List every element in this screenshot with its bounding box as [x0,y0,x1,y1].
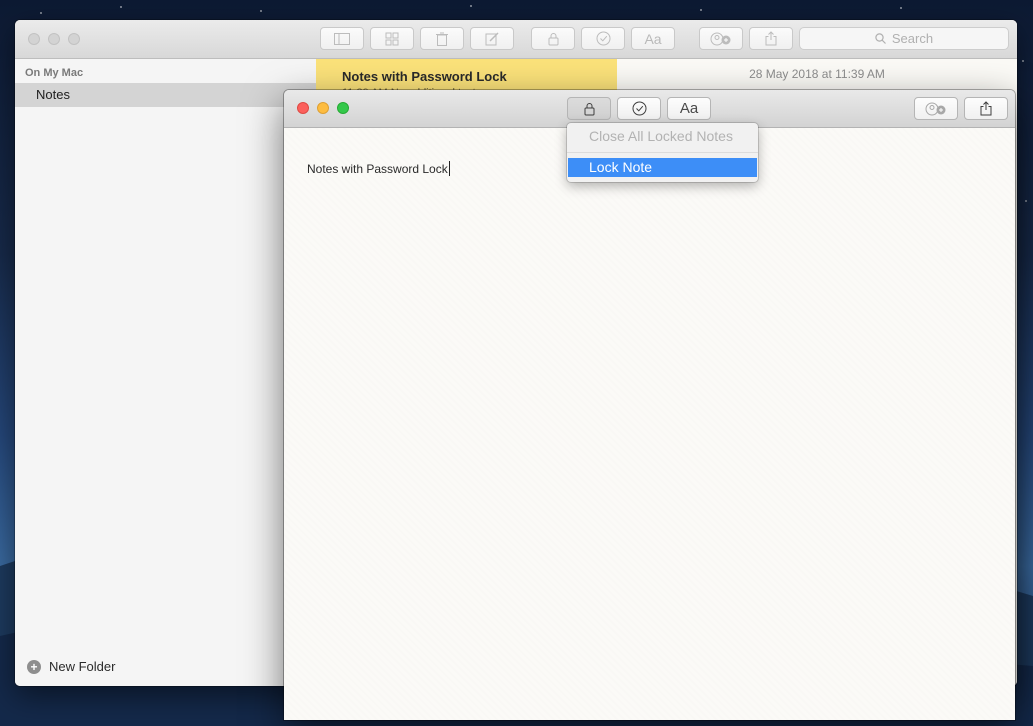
checklist-button[interactable] [581,27,625,50]
format-button[interactable]: Aa [631,27,675,50]
section-header: On My Mac [25,67,84,79]
checklist-icon [632,101,646,116]
note-date: 28 May 2018 at 11:39 AM [749,67,885,81]
zoom-button[interactable] [68,33,80,45]
lock-icon [548,32,558,45]
note-title: Notes with Password Lock [342,69,507,84]
lock-button[interactable] [531,27,575,50]
menu-item-label: Lock Note [589,159,653,175]
star [1025,200,1027,202]
star [40,12,42,14]
minimize-button[interactable] [48,33,60,45]
note-body[interactable]: Notes with Password Lock [307,161,450,176]
checklist-icon [596,31,610,46]
close-button[interactable] [28,33,40,45]
close-button[interactable] [297,102,309,114]
sidebar-toggle-button[interactable] [320,27,364,50]
share-button[interactable] [749,27,793,50]
star [700,9,702,11]
plus-circle-icon: + [27,659,41,674]
share-add-people-icon [710,32,731,45]
note-body-text: Notes with Password Lock [307,162,448,176]
share-button[interactable] [964,97,1008,120]
format-button[interactable]: Aa [667,97,711,120]
format-label: Aa [644,30,662,47]
share-icon [980,101,992,116]
lock-menu: Close All Locked Notes Lock Note [567,123,758,182]
text-caret [448,161,450,176]
share-icon [765,31,777,46]
add-people-button[interactable] [914,97,958,120]
format-label: Aa [679,100,699,117]
note-window: Aa Notes with Password Lock [284,90,1015,720]
compose-icon [485,31,499,45]
gallery-icon [385,32,399,45]
menu-item-lock-note[interactable]: Lock Note [568,158,757,177]
add-people-button[interactable] [699,27,743,50]
checklist-button[interactable] [617,97,661,120]
star [900,7,902,9]
sidebar-item-label: Notes [36,87,70,102]
search-placeholder: Search [891,31,934,46]
share-add-people-icon [925,102,946,115]
note-editor[interactable]: Notes with Password Lock [284,128,1015,720]
lock-button[interactable] [567,97,611,120]
gallery-view-button[interactable] [370,27,414,50]
delete-button[interactable] [420,27,464,50]
sidebar-item-notes[interactable]: Notes [15,83,316,107]
new-folder-label: New Folder [49,659,116,674]
star [470,5,472,7]
star [1022,60,1024,62]
menu-separator [567,152,758,153]
zoom-button[interactable] [337,102,349,114]
search-field[interactable]: Search [799,27,1009,50]
star [120,6,122,8]
star [260,10,262,12]
compose-button[interactable] [470,27,514,50]
new-folder-button[interactable]: + New Folder [27,659,115,674]
sidebar-toggle-icon [334,32,350,45]
minimize-button[interactable] [317,102,329,114]
lock-icon [584,102,594,115]
search-icon [875,33,886,44]
main-toolbar: Aa Search [15,20,1017,59]
trash-icon [436,32,448,46]
folder-sidebar: On My Mac Notes + New Folder [15,59,317,686]
menu-item-close-all-locked-notes: Close All Locked Notes [589,128,733,144]
